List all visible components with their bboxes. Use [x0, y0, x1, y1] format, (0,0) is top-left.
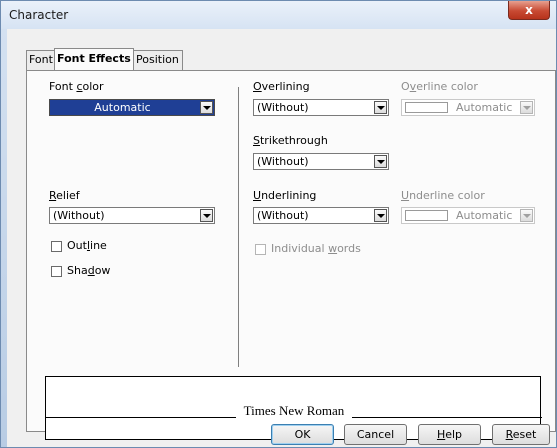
close-icon: x — [525, 3, 533, 17]
font-effects-panel: Font color Automatic Relief (Without) Ou… — [26, 70, 556, 440]
strikethrough-value: (Without) — [257, 155, 309, 168]
chevron-down-icon[interactable] — [374, 209, 387, 222]
column-divider — [238, 87, 239, 367]
outline-checkbox[interactable] — [51, 241, 62, 252]
outline-label[interactable]: Outline — [67, 239, 107, 252]
ok-button[interactable]: OK — [271, 424, 334, 445]
underline-color-select[interactable]: Automatic — [401, 207, 535, 224]
chevron-down-icon[interactable] — [520, 101, 533, 114]
underline-color-swatch — [405, 210, 448, 221]
title-bar[interactable]: Character x — [1, 1, 556, 29]
tab-position[interactable]: Position — [133, 50, 183, 70]
underlining-label: Underlining — [253, 189, 317, 202]
strikethrough-select[interactable]: (Without) — [253, 153, 389, 170]
character-dialog-window: Character x Font Font Effects Position F… — [0, 0, 557, 448]
cancel-button[interactable]: Cancel — [344, 424, 407, 445]
reset-button[interactable]: Reset — [492, 424, 550, 445]
overlining-label: Overlining — [253, 80, 310, 93]
underline-color-label: Underline color — [401, 189, 485, 202]
relief-value: (Without) — [53, 209, 105, 222]
underlining-value: (Without) — [257, 209, 309, 222]
underline-color-value: Automatic — [456, 209, 513, 222]
tab-position-label: Position — [136, 53, 179, 66]
relief-label: Relief — [49, 189, 80, 202]
tab-font-label: Font — [29, 53, 53, 66]
chevron-down-icon[interactable] — [520, 209, 533, 222]
tab-font-effects[interactable]: Font Effects — [54, 48, 134, 70]
chevron-down-icon[interactable] — [374, 101, 387, 114]
relief-select[interactable]: (Without) — [49, 207, 215, 224]
font-color-label: Font color — [49, 80, 104, 93]
close-button[interactable]: x — [508, 1, 550, 20]
underlining-select[interactable]: (Without) — [253, 207, 389, 224]
shadow-checkbox[interactable] — [51, 266, 62, 277]
chevron-down-icon[interactable] — [374, 155, 387, 168]
overline-color-swatch — [405, 102, 448, 113]
overlining-value: (Without) — [257, 101, 309, 114]
tab-font[interactable]: Font — [26, 50, 55, 70]
overline-color-value: Automatic — [456, 101, 513, 114]
font-color-value: Automatic — [94, 101, 151, 114]
strikethrough-label: Strikethrough — [253, 134, 328, 147]
individual-words-label[interactable]: Individual words — [271, 242, 361, 255]
tab-font-effects-label: Font Effects — [57, 52, 131, 65]
shadow-label[interactable]: Shadow — [67, 264, 110, 277]
dialog-body: Font Font Effects Position Font color Au… — [7, 29, 556, 447]
chevron-down-icon[interactable] — [200, 209, 213, 222]
individual-words-checkbox[interactable] — [255, 244, 266, 255]
overline-color-select[interactable]: Automatic — [401, 99, 535, 116]
chevron-down-icon[interactable] — [200, 101, 213, 114]
overlining-select[interactable]: (Without) — [253, 99, 389, 116]
window-title: Character — [9, 8, 69, 22]
overline-color-label: Overline color — [401, 80, 478, 93]
font-color-select[interactable]: Automatic — [49, 99, 215, 116]
help-button[interactable]: Help — [418, 424, 481, 445]
